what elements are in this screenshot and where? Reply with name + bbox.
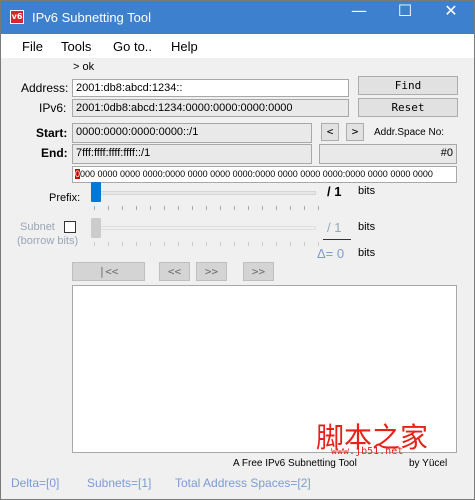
menu-bar: File Tools Go to.. Help: [1, 34, 474, 58]
subnet-checkbox[interactable]: [64, 221, 76, 233]
main-panel: > ok Address: 2001:db8:abcd:1234:: IPv6:…: [1, 58, 474, 499]
subnet-label: Subnet: [20, 221, 55, 233]
delta-unit: bits: [358, 247, 376, 259]
menu-tools[interactable]: Tools: [61, 39, 91, 54]
status-line: > ok: [73, 61, 95, 73]
subnet-slider-track[interactable]: [91, 226, 316, 230]
watermark-url: www.jb51.net: [331, 446, 404, 457]
subnet-slider-thumb[interactable]: [91, 218, 101, 238]
app-icon: v6: [10, 10, 24, 24]
menu-file[interactable]: File: [22, 39, 43, 54]
status-delta: Delta=[0]: [11, 476, 60, 490]
find-button[interactable]: Find: [358, 76, 458, 95]
credit-text: A Free IPv6 Subnetting Tool: [233, 458, 357, 469]
back-button[interactable]: <<: [159, 262, 190, 281]
status-bar: Delta=[0] Subnets=[1] Total Address Spac…: [1, 471, 474, 499]
address-input[interactable]: 2001:db8:abcd:1234::: [72, 79, 349, 97]
maximize-button[interactable]: ☐: [382, 1, 428, 34]
addr-space-label: Addr.Space No:: [374, 127, 445, 138]
ipv6-label: IPv6:: [39, 101, 67, 115]
subnet-sublabel: (borrow bits): [17, 235, 79, 247]
address-label: Address:: [21, 81, 69, 95]
forward-button[interactable]: >>: [196, 262, 227, 281]
menu-help[interactable]: Help: [171, 39, 198, 54]
app-window: v6 IPv6 Subnetting Tool — ☐ ✕ File Tools…: [0, 0, 475, 500]
addr-space-number: #0: [319, 144, 457, 164]
prefix-slider-ticks: [94, 206, 319, 210]
first-button[interactable]: |<<: [72, 262, 145, 281]
end-label: End:: [41, 146, 68, 160]
close-button[interactable]: ✕: [428, 1, 474, 34]
bits-mask-rest: 000 0000 0000 0000:0000 0000 0000 0000:0…: [80, 169, 433, 179]
title-bar[interactable]: v6 IPv6 Subnetting Tool — ☐ ✕: [1, 1, 474, 34]
prev-space-button[interactable]: <: [321, 123, 339, 141]
ipv6-output: 2001:0db8:abcd:1234:0000:0000:0000:0000: [72, 99, 349, 117]
subnet-value: / 1: [327, 220, 342, 235]
window-title: IPv6 Subnetting Tool: [32, 10, 152, 25]
start-output: 0000:0000:0000:0000::/1: [72, 123, 312, 143]
start-label: Start:: [36, 126, 68, 140]
subnet-unit: bits: [358, 221, 376, 233]
author-text: by Yücel: [409, 458, 448, 469]
prefix-slider-track[interactable]: [91, 191, 316, 195]
prefix-label: Prefix:: [49, 192, 81, 204]
menu-goto[interactable]: Go to..: [113, 39, 152, 54]
last-button[interactable]: >>: [243, 262, 274, 281]
reset-button[interactable]: Reset: [358, 98, 458, 117]
next-space-button[interactable]: >: [346, 123, 364, 141]
delta-divider: [323, 239, 351, 240]
prefix-unit: bits: [358, 185, 376, 197]
bits-mask-display: 0000 0000 0000 0000:0000 0000 0000 0000:…: [72, 166, 457, 183]
delta-value: Δ= 0: [317, 246, 345, 261]
prefix-slider-thumb[interactable]: [91, 182, 101, 202]
status-subnets: Subnets=[1]: [87, 476, 152, 490]
status-spaces: Total Address Spaces=[2]: [175, 476, 311, 490]
prefix-value: / 1: [327, 184, 342, 199]
end-output: 7fff:ffff:ffff:ffff::/1: [72, 144, 312, 164]
subnet-slider-ticks: [94, 242, 319, 246]
minimize-button[interactable]: —: [336, 1, 382, 34]
